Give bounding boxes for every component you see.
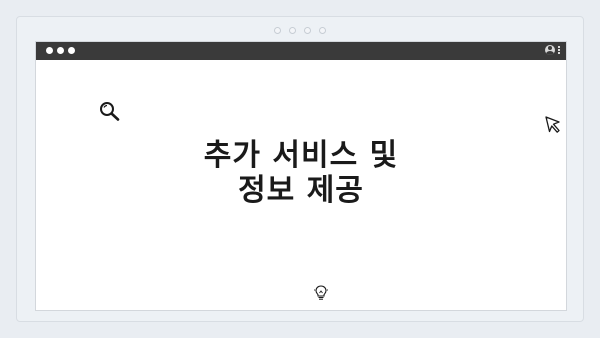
title-bar bbox=[36, 42, 566, 60]
window-control-dot[interactable] bbox=[68, 47, 75, 54]
browser-window: 추가 서비스 및 정보 제공 bbox=[35, 41, 567, 311]
pager-dots bbox=[274, 27, 326, 34]
cursor-icon bbox=[545, 116, 560, 133]
search-icon bbox=[100, 102, 120, 121]
device-frame: 추가 서비스 및 정보 제공 bbox=[16, 16, 584, 322]
window-control-dot[interactable] bbox=[46, 47, 53, 54]
pager-dot bbox=[274, 27, 281, 34]
user-icon[interactable] bbox=[545, 45, 555, 55]
page-title-line: 추가 서비스 및 bbox=[203, 138, 399, 173]
page-title-line: 정보 제공 bbox=[238, 173, 364, 208]
pager-dot bbox=[319, 27, 326, 34]
page: 추가 서비스 및 정보 제공 bbox=[0, 0, 600, 338]
window-controls bbox=[46, 47, 75, 54]
lightbulb-icon bbox=[314, 285, 328, 300]
pager-dot bbox=[304, 27, 311, 34]
menu-icon[interactable] bbox=[558, 46, 560, 54]
title-bar-actions bbox=[545, 45, 560, 55]
pager-dot bbox=[289, 27, 296, 34]
window-control-dot[interactable] bbox=[57, 47, 64, 54]
page-content: 추가 서비스 및 정보 제공 bbox=[36, 60, 566, 310]
page-title: 추가 서비스 및 정보 제공 bbox=[36, 138, 566, 208]
